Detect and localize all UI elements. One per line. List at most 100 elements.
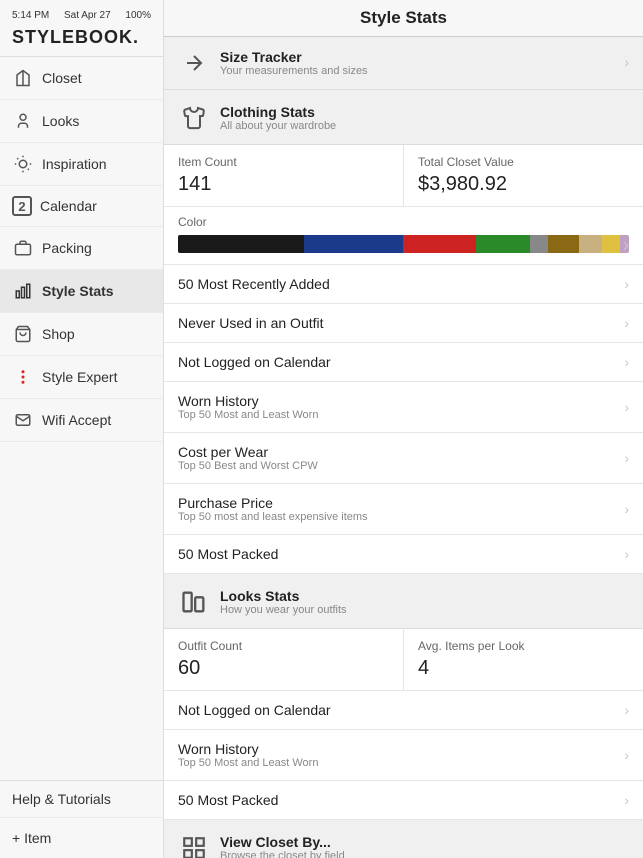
not-logged-looks-item[interactable]: Not Logged on Calendar › xyxy=(164,691,643,730)
wifi-accept-icon xyxy=(12,409,34,431)
avg-items-cell: Avg. Items per Look 4 xyxy=(403,629,643,690)
recently-added-chevron: › xyxy=(624,276,629,292)
not-logged-calendar-chevron: › xyxy=(624,354,629,370)
color-bar xyxy=(178,235,629,253)
clothing-stats-subtitle: All about your wardrobe xyxy=(220,120,336,132)
inspiration-icon xyxy=(12,153,34,175)
worn-history-item[interactable]: Worn History Top 50 Most and Least Worn … xyxy=(164,382,643,433)
color-row[interactable]: Color › xyxy=(164,207,643,265)
sidebar: 5:14 PM Sat Apr 27 100% STYLEBOOK. Close… xyxy=(0,0,164,858)
purchase-price-sub: Top 50 most and least expensive items xyxy=(178,511,368,523)
size-tracker-header[interactable]: Size Tracker Your measurements and sizes… xyxy=(164,37,643,90)
size-tracker-icon xyxy=(178,47,210,79)
sidebar-item-shop[interactable]: Shop xyxy=(0,313,163,356)
cost-per-wear-item[interactable]: Cost per Wear Top 50 Best and Worst CPW … xyxy=(164,433,643,484)
sidebar-item-shop-label: Shop xyxy=(42,326,75,342)
looks-stats-section: Looks Stats How you wear your outfits Ou… xyxy=(164,576,643,820)
total-closet-value-label: Total Closet Value xyxy=(418,155,629,169)
view-closet-text: View Closet By... Browse the closet by f… xyxy=(220,834,345,858)
purchase-price-item[interactable]: Purchase Price Top 50 most and least exp… xyxy=(164,484,643,535)
worn-history-sub: Top 50 Most and Least Worn xyxy=(178,409,318,421)
looks-stats-header[interactable]: Looks Stats How you wear your outfits xyxy=(164,576,643,629)
looks-stats-text: Looks Stats How you wear your outfits xyxy=(220,588,347,616)
worn-history-text-block: Worn History Top 50 Most and Least Worn xyxy=(178,393,318,421)
sidebar-item-style-stats[interactable]: Style Stats xyxy=(0,270,163,313)
sidebar-item-inspiration[interactable]: Inspiration xyxy=(0,143,163,186)
size-tracker-title: Size Tracker xyxy=(220,49,368,65)
color-black xyxy=(178,235,304,253)
size-tracker-text: Size Tracker Your measurements and sizes xyxy=(220,49,368,77)
never-used-chevron: › xyxy=(624,315,629,331)
worn-history-chevron: › xyxy=(624,399,629,415)
worn-history-looks-text-block: Worn History Top 50 Most and Least Worn xyxy=(178,741,318,769)
clothing-stats-section: Clothing Stats All about your wardrobe I… xyxy=(164,92,643,574)
most-packed-looks-chevron: › xyxy=(624,792,629,808)
cost-per-wear-text-block: Cost per Wear Top 50 Best and Worst CPW xyxy=(178,444,318,472)
closet-icon xyxy=(12,67,34,89)
clothing-stats-title: Clothing Stats xyxy=(220,104,336,120)
status-battery: 100% xyxy=(125,10,151,21)
sidebar-item-packing[interactable]: Packing xyxy=(0,227,163,270)
never-used-label: Never Used in an Outfit xyxy=(178,315,324,331)
sidebar-item-wifi-accept-label: Wifi Accept xyxy=(42,412,111,428)
most-packed-clothing-label: 50 Most Packed xyxy=(178,546,278,562)
sidebar-item-wifi-accept[interactable]: Wifi Accept xyxy=(0,399,163,442)
worn-history-looks-item[interactable]: Worn History Top 50 Most and Least Worn … xyxy=(164,730,643,781)
status-bar: 5:14 PM Sat Apr 27 100% xyxy=(12,10,151,21)
worn-history-looks-chevron: › xyxy=(624,747,629,763)
total-closet-value-cell: Total Closet Value $3,980.92 xyxy=(403,145,643,206)
status-time: 5:14 PM xyxy=(12,10,49,21)
sidebar-bottom: Help & Tutorials + Item xyxy=(0,780,163,858)
most-packed-looks-item[interactable]: 50 Most Packed › xyxy=(164,781,643,820)
not-logged-calendar-item[interactable]: Not Logged on Calendar › xyxy=(164,343,643,382)
outfit-count-cell: Outfit Count 60 xyxy=(164,629,403,690)
color-chevron: › xyxy=(623,235,629,256)
purchase-price-text-block: Purchase Price Top 50 most and least exp… xyxy=(178,495,368,523)
sidebar-item-calendar[interactable]: 2 Calendar xyxy=(0,186,163,227)
size-tracker-chevron: › xyxy=(624,54,629,72)
most-packed-clothing-item[interactable]: 50 Most Packed › xyxy=(164,535,643,574)
purchase-price-chevron: › xyxy=(624,501,629,517)
looks-stats-icon xyxy=(178,586,210,618)
sidebar-item-style-stats-label: Style Stats xyxy=(42,283,114,299)
view-closet-subtitle: Browse the closet by field xyxy=(220,850,345,858)
most-packed-clothing-chevron: › xyxy=(624,546,629,562)
view-closet-header[interactable]: View Closet By... Browse the closet by f… xyxy=(164,822,643,858)
status-date: Sat Apr 27 xyxy=(64,10,111,21)
main-header: Style Stats xyxy=(164,0,643,37)
outfit-count-value: 60 xyxy=(178,657,389,680)
sidebar-item-style-expert-label: Style Expert xyxy=(42,369,117,385)
item-count-cell: Item Count 141 xyxy=(164,145,403,206)
outfit-count-label: Outfit Count xyxy=(178,639,389,653)
main-content: Style Stats Size Tracker Your measuremen… xyxy=(164,0,643,858)
view-closet-title: View Closet By... xyxy=(220,834,345,850)
color-label: Color xyxy=(178,215,629,229)
recently-added-item[interactable]: 50 Most Recently Added › xyxy=(164,265,643,304)
style-stats-icon xyxy=(12,280,34,302)
page-title: Style Stats xyxy=(180,8,627,28)
size-tracker-section: Size Tracker Your measurements and sizes… xyxy=(164,37,643,90)
looks-icon xyxy=(12,110,34,132)
cost-per-wear-chevron: › xyxy=(624,450,629,466)
sidebar-item-style-expert[interactable]: Style Expert xyxy=(0,356,163,399)
item-count-label: Item Count xyxy=(178,155,389,169)
not-logged-calendar-label: Not Logged on Calendar xyxy=(178,354,331,370)
sidebar-nav: Closet Looks Inspiration 2 Calendar Pack… xyxy=(0,57,163,780)
sidebar-item-looks[interactable]: Looks xyxy=(0,100,163,143)
color-green xyxy=(476,235,530,253)
clothing-stats-icon xyxy=(178,102,210,134)
sidebar-item-looks-label: Looks xyxy=(42,113,79,129)
never-used-item[interactable]: Never Used in an Outfit › xyxy=(164,304,643,343)
sidebar-header: 5:14 PM Sat Apr 27 100% STYLEBOOK. xyxy=(0,0,163,57)
sidebar-item-closet[interactable]: Closet xyxy=(0,57,163,100)
looks-stats-subtitle: How you wear your outfits xyxy=(220,604,347,616)
worn-history-label: Worn History xyxy=(178,393,318,409)
color-navy xyxy=(304,235,403,253)
item-count-value: 141 xyxy=(178,173,389,196)
help-tutorials-item[interactable]: Help & Tutorials xyxy=(0,781,163,818)
clothing-stats-header[interactable]: Clothing Stats All about your wardrobe xyxy=(164,92,643,145)
add-item-button[interactable]: + Item xyxy=(0,818,163,858)
app-title: STYLEBOOK. xyxy=(12,27,151,48)
color-yellow xyxy=(602,235,620,253)
help-tutorials-label: Help & Tutorials xyxy=(12,791,111,807)
